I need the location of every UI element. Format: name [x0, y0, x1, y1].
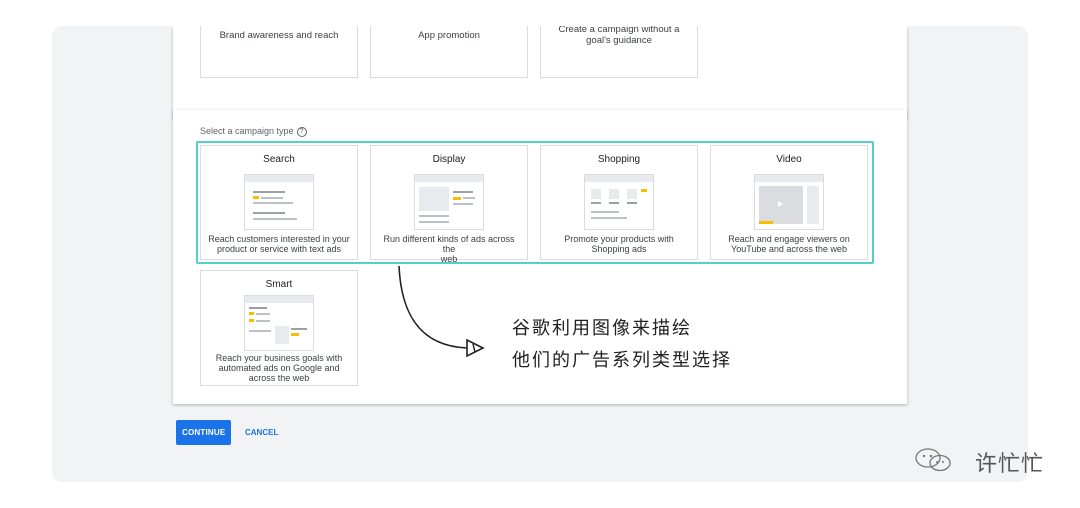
tile-title: Video: [776, 154, 802, 165]
tile-title: Shopping: [597, 154, 641, 165]
smart-illustration: [244, 295, 314, 351]
tile-desc-line: Reach customers interested in your: [208, 234, 350, 244]
tile-desc-line: Run different kinds of ads across the: [383, 234, 515, 254]
help-icon[interactable]: ?: [296, 127, 307, 137]
tile-title: Display: [432, 154, 466, 165]
tile-desc-line: product or service with text ads: [216, 244, 342, 254]
campaign-type-shopping[interactable]: Shopping Promote your products with Shop…: [540, 145, 698, 260]
tile-desc-line: Reach your business goals with: [215, 353, 343, 363]
search-illustration: [244, 174, 314, 230]
tile-title: Smart: [265, 279, 293, 290]
annotation-arrow: [398, 265, 485, 358]
goal-label: Brand awareness and reach: [219, 30, 339, 41]
play-icon: [778, 201, 783, 207]
goal-label: App promotion: [418, 30, 480, 41]
campaign-type-smart[interactable]: Smart Reach your business goals with aut…: [200, 270, 358, 386]
goal-tile-app-promotion[interactable]: App promotion: [370, 26, 528, 78]
tile-title: Search: [263, 154, 295, 165]
shopping-illustration: [584, 174, 654, 230]
wechat-icon: [915, 448, 951, 472]
goal-tile-no-guidance[interactable]: Create a campaign without a goal's guida…: [540, 26, 698, 78]
cancel-button[interactable]: CANCEL: [239, 420, 284, 445]
goal-label-line: Create a campaign without a: [558, 26, 680, 35]
tile-desc-line: YouTube and across the web: [731, 244, 847, 254]
campaign-type-search[interactable]: Search Reach customers interested in you…: [200, 145, 358, 260]
tile-desc-line: Promote your products with: [564, 234, 674, 244]
goal-label-line: goal's guidance: [586, 35, 652, 46]
annotation-line-1: 谷歌利用图像来描绘: [512, 318, 692, 339]
campaign-type-display[interactable]: Display Run different kinds of ads acros…: [370, 145, 528, 264]
tile-desc-line: Reach and engage viewers on: [728, 234, 850, 244]
video-illustration: [754, 174, 824, 230]
campaign-type-video[interactable]: Video Reach and engage viewers on YouTub…: [710, 145, 868, 260]
tile-desc-line: automated ads on Google and: [218, 363, 340, 373]
watermark-text: 许忙忙: [974, 452, 1044, 477]
annotation-line-2: 他们的广告系列类型选择: [512, 350, 732, 371]
tile-desc-line: across the web: [248, 373, 310, 383]
campaign-type-label-text: Select a campaign type: [200, 126, 294, 136]
page-panel: Brand awareness and reach App promotion …: [52, 26, 1028, 482]
goal-selection-card: Brand awareness and reach App promotion …: [173, 26, 907, 118]
campaign-type-label: Select a campaign type?: [200, 126, 307, 137]
tile-desc-line: Shopping ads: [591, 244, 647, 254]
goal-tile-brand-awareness[interactable]: Brand awareness and reach: [200, 26, 358, 78]
continue-button[interactable]: CONTINUE: [176, 420, 231, 445]
display-illustration: [414, 174, 484, 230]
